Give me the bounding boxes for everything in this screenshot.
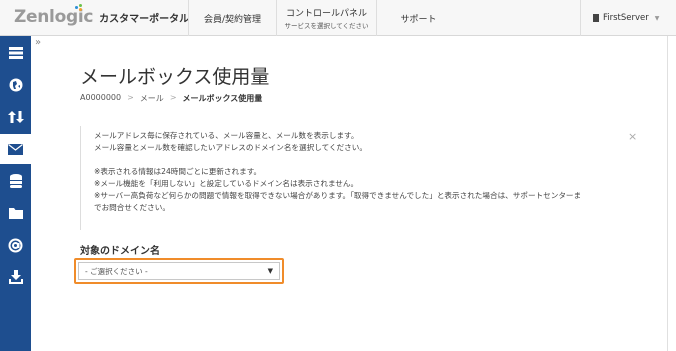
notice-line: でお問合せください。: [94, 203, 170, 212]
breadcrumb-separator: >: [169, 93, 177, 102]
domain-select-value: - ご選択ください -: [85, 266, 148, 276]
breadcrumb-account[interactable]: A0000000: [80, 93, 121, 104]
notice-line: ※表示される情報は24時間ごとに更新されます。: [94, 167, 262, 176]
nav-support-label: サポート: [400, 14, 437, 25]
sidebar-item-mail[interactable]: [0, 134, 31, 164]
breadcrumb-mail[interactable]: メール: [140, 93, 164, 104]
list-icon: [8, 47, 23, 59]
breadcrumb: A0000000 > メール > メールボックス使用量: [80, 93, 262, 104]
chevron-down-icon: ▼: [267, 267, 273, 275]
domain-select[interactable]: - ご選択ください - ▼: [78, 262, 280, 280]
notice-line: メールアドレス毎に保存されている、メール容量と、メール数を表示します。: [94, 131, 359, 140]
notice-line: メール容量とメール数を確認したいアドレスのドメイン名を選択してください。: [94, 143, 367, 152]
sidebar-item-folder[interactable]: [0, 198, 31, 228]
sidebar-item-list[interactable]: [0, 38, 31, 68]
database-icon: [9, 174, 22, 188]
notice-line: ※メール機能を「利用しない」と設定しているドメイン名は表示されません。: [94, 179, 359, 188]
nav-control-panel-sub: サービスを選択してください: [284, 22, 369, 30]
nav-control-panel[interactable]: コントロールパネル サービスを選択してください: [276, 0, 376, 36]
globe-icon: [9, 78, 22, 92]
zenlogic-logo: Zenlogic: [14, 4, 93, 27]
page-title: メールボックス使用量: [80, 66, 270, 88]
mail-icon: [8, 143, 23, 155]
content-border: [667, 36, 668, 351]
breadcrumb-current: メールボックス使用量: [182, 94, 263, 103]
nav-membership-label: 会員/契約管理: [203, 14, 262, 25]
portal-name: カスタマーポータル: [99, 14, 190, 25]
notice-line: ※サーバー高負荷など何らかの問題で情報を取得できない場合があります。「取得できま…: [94, 191, 582, 200]
sidebar-collapse-toggle[interactable]: »: [35, 37, 41, 48]
download-icon: [8, 270, 23, 284]
transfer-arrows-icon: [7, 111, 24, 123]
sidebar-item-at[interactable]: [0, 230, 31, 260]
nav-support[interactable]: サポート: [376, 0, 460, 36]
sidebar-item-globe[interactable]: [0, 70, 31, 100]
domain-select-label: 対象のドメイン名: [80, 246, 160, 257]
caret-down-icon: ▼: [654, 14, 660, 22]
breadcrumb-separator: >: [127, 93, 134, 102]
at-sign-icon: [8, 238, 23, 252]
building-icon: [593, 14, 599, 22]
account-label: FirstServer: [603, 13, 649, 23]
nav-control-panel-label: コントロールパネル: [285, 9, 367, 19]
sidebar-item-transfer[interactable]: [0, 102, 31, 132]
folder-icon: [8, 208, 23, 219]
logo-dots-icon: [75, 4, 83, 11]
close-icon[interactable]: ×: [628, 130, 637, 143]
sidebar: [0, 36, 31, 351]
info-notice: メールアドレス毎に保存されている、メール容量と、メール数を表示します。 メール容…: [80, 126, 650, 230]
sidebar-item-download[interactable]: [0, 262, 31, 292]
domain-select-highlight: - ご選択ください - ▼: [74, 258, 284, 284]
account-menu[interactable]: FirstServer ▼: [580, 0, 676, 36]
sidebar-item-database[interactable]: [0, 166, 31, 196]
brand[interactable]: Zenlogic カスタマーポータル: [14, 4, 190, 27]
nav-membership[interactable]: 会員/契約管理: [188, 0, 276, 36]
top-header: Zenlogic カスタマーポータル 会員/契約管理 コントロールパネル サービ…: [0, 0, 676, 36]
